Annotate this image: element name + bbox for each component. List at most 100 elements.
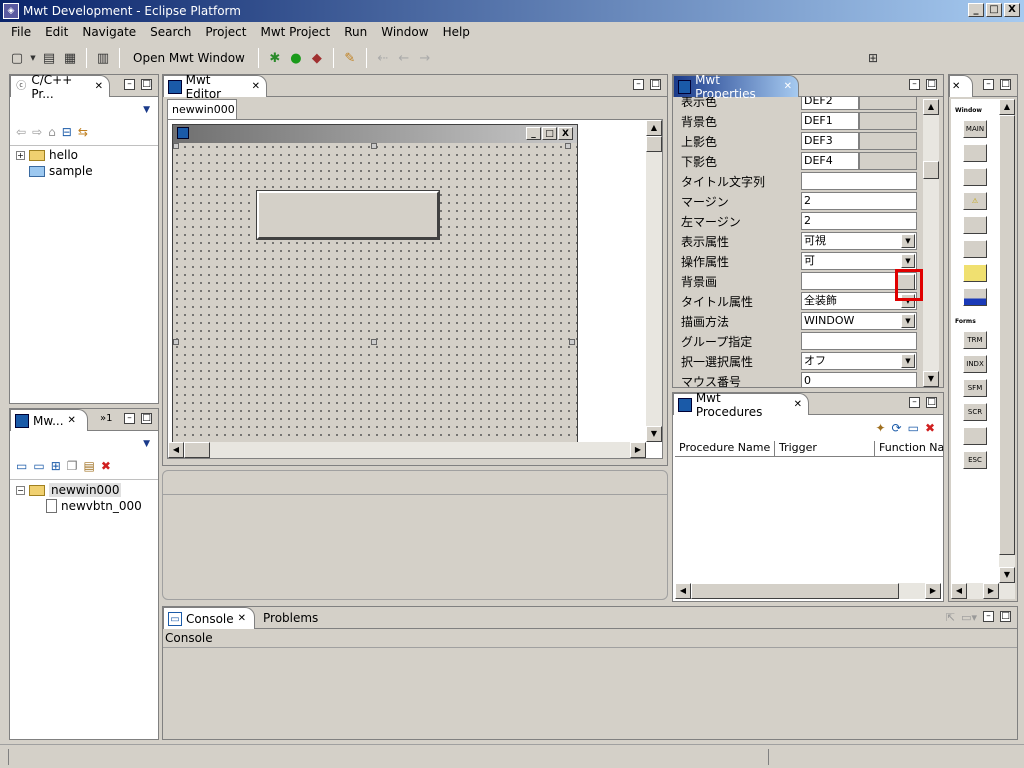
tab-cpp-projects[interactable]: ⓒ C/C++ Pr... ✕: [10, 73, 110, 101]
palette-item-indx[interactable]: INDX: [963, 355, 987, 373]
pencil-icon[interactable]: ✎: [341, 49, 359, 67]
minimize-icon[interactable]: –: [983, 79, 994, 90]
scroll-down-icon[interactable]: ▼: [999, 567, 1015, 583]
scroll-left-icon[interactable]: ◀: [951, 583, 967, 599]
minimize-icon[interactable]: –: [124, 413, 135, 424]
palette-item-input[interactable]: [963, 168, 987, 186]
menu-project[interactable]: Project: [198, 25, 253, 39]
design-minimize-button[interactable]: _: [526, 127, 541, 140]
palette-item-trm[interactable]: TRM: [963, 331, 987, 349]
color-picker-button[interactable]: [859, 97, 917, 110]
forward-arrow-icon[interactable]: ⇨: [32, 125, 42, 139]
view-menu-icon[interactable]: ▼: [143, 439, 150, 449]
menu-edit[interactable]: Edit: [38, 25, 75, 39]
refresh-icon[interactable]: ⟳: [892, 421, 902, 435]
close-icon[interactable]: ✕: [95, 81, 103, 92]
maximize-icon[interactable]: □: [141, 79, 152, 90]
resize-handle[interactable]: [173, 143, 179, 149]
palette-item-text[interactable]: [963, 240, 987, 258]
property-value[interactable]: DEF2: [801, 97, 859, 110]
close-icon[interactable]: ✕: [794, 399, 802, 410]
link-icon[interactable]: ⇆: [78, 125, 88, 139]
palette-vertical-scrollbar[interactable]: ▲ ▼: [999, 99, 1015, 583]
close-icon[interactable]: ✕: [68, 415, 76, 426]
resize-handle[interactable]: [173, 339, 179, 345]
scroll-up-icon[interactable]: ▲: [923, 99, 939, 115]
copy-icon[interactable]: ❐: [67, 459, 78, 473]
minimize-icon[interactable]: –: [983, 611, 994, 622]
tab-problems[interactable]: Problems: [263, 611, 318, 625]
scroll-left-icon[interactable]: ◀: [168, 442, 184, 458]
palette-item-button[interactable]: [963, 144, 987, 162]
new-icon[interactable]: ▢: [8, 49, 26, 67]
property-value[interactable]: オフ ▼: [801, 352, 917, 370]
procedures-horizontal-scrollbar[interactable]: ◀ ▶: [675, 583, 941, 599]
property-value[interactable]: [801, 172, 917, 190]
delete-icon[interactable]: ✖: [101, 459, 111, 473]
design-window[interactable]: _ □ X: [172, 124, 578, 444]
collapse-icon[interactable]: −: [16, 485, 25, 495]
column-function-name[interactable]: Function Na: [875, 441, 943, 456]
back-arrow-icon[interactable]: ⇦: [16, 125, 26, 139]
palette-section-forms[interactable]: Forms: [951, 312, 999, 325]
scroll-down-icon[interactable]: ▼: [923, 371, 939, 387]
resize-handle[interactable]: [569, 339, 575, 345]
up-icon[interactable]: ⌂: [48, 125, 56, 139]
tab-mwt-outline[interactable]: Mw... ✕: [10, 409, 88, 431]
maximize-icon[interactable]: □: [650, 79, 661, 90]
palette-item-main[interactable]: MAIN: [963, 120, 987, 138]
window-icon[interactable]: ▭: [16, 459, 27, 473]
close-icon[interactable]: ✕: [952, 81, 960, 92]
design-grid[interactable]: [173, 143, 577, 443]
menu-search[interactable]: Search: [143, 25, 198, 39]
menu-file[interactable]: File: [4, 25, 38, 39]
window2-icon[interactable]: ▭: [33, 459, 44, 473]
property-value[interactable]: [801, 332, 917, 350]
property-value[interactable]: DEF1: [801, 112, 859, 130]
editor-subtab[interactable]: newwin000: [167, 99, 237, 119]
menu-help[interactable]: Help: [436, 25, 477, 39]
minimize-button[interactable]: _: [968, 3, 984, 17]
display-console-icon[interactable]: ▭▾: [961, 611, 977, 624]
menu-navigate[interactable]: Navigate: [75, 25, 143, 39]
palette-horizontal-scrollbar[interactable]: ◀ ▶: [951, 583, 1015, 599]
palette-item-field[interactable]: [963, 216, 987, 234]
dropdown-arrow-icon[interactable]: ▼: [901, 254, 915, 268]
overflow-tabs[interactable]: »1: [100, 413, 112, 424]
maximize-icon[interactable]: □: [1000, 611, 1011, 622]
resize-handle[interactable]: [565, 143, 571, 149]
close-icon[interactable]: ✕: [784, 81, 792, 92]
close-icon[interactable]: ✕: [238, 613, 246, 624]
resize-handle[interactable]: [371, 339, 377, 345]
paste-icon[interactable]: ▤: [84, 459, 95, 473]
open-mwt-window-button[interactable]: Open Mwt Window: [127, 51, 251, 65]
palette-item-scr[interactable]: SCR: [963, 403, 987, 421]
property-value[interactable]: 可 ▼: [801, 252, 917, 270]
dropdown-arrow-icon[interactable]: ▼: [901, 314, 915, 328]
palette-item-warning[interactable]: ⚠: [963, 192, 987, 210]
close-button[interactable]: X: [1004, 3, 1020, 17]
property-value[interactable]: DEF4: [801, 152, 859, 170]
palette-section-window[interactable]: Window: [951, 99, 999, 114]
properties-vertical-scrollbar[interactable]: ▲ ▼: [923, 99, 939, 387]
maximize-icon[interactable]: □: [926, 79, 937, 90]
delete-icon[interactable]: ✖: [925, 421, 935, 435]
menu-window[interactable]: Window: [374, 25, 435, 39]
scroll-right-icon[interactable]: ▶: [630, 442, 646, 458]
scroll-thumb[interactable]: [646, 136, 662, 152]
property-value[interactable]: 0: [801, 372, 917, 387]
new-procedure-icon[interactable]: ✦: [875, 421, 885, 435]
property-value[interactable]: 2: [801, 212, 917, 230]
menu-mwt-project[interactable]: Mwt Project: [253, 25, 337, 39]
design-close-button[interactable]: X: [558, 127, 573, 140]
maximize-icon[interactable]: □: [141, 413, 152, 424]
design-button-widget[interactable]: [256, 190, 440, 240]
forward-icon[interactable]: →: [416, 49, 434, 67]
scroll-thumb[interactable]: [923, 161, 939, 179]
scroll-thumb[interactable]: [184, 442, 210, 458]
palette-item-bar[interactable]: [963, 288, 987, 306]
property-value[interactable]: 可視 ▼: [801, 232, 917, 250]
property-value[interactable]: 2: [801, 192, 917, 210]
color-picker-button[interactable]: [859, 112, 917, 130]
scroll-up-icon[interactable]: ▲: [646, 120, 662, 136]
